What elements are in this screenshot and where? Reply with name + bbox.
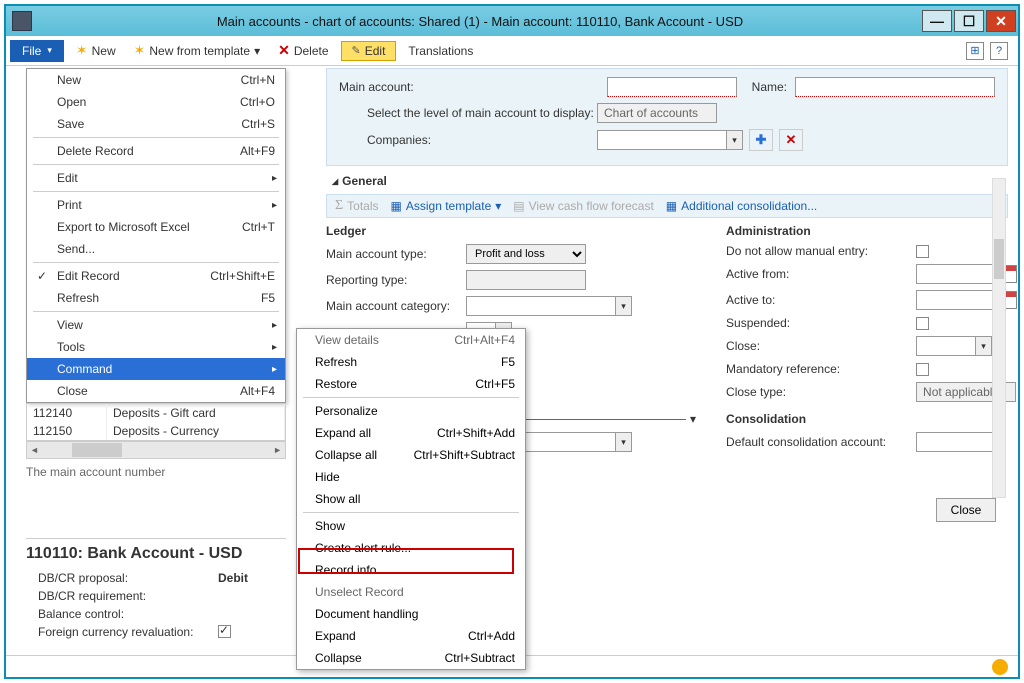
file-menu-item[interactable]: RefreshF5 [27,287,285,309]
file-menu-item[interactable]: Print [27,194,285,216]
context-menu-item[interactable]: Create alert rule... [297,537,525,559]
template-icon: ▦ [391,199,402,213]
totals-action: ΣTotals [335,198,379,214]
companies-input[interactable] [597,130,727,150]
pencil-icon: ✎ [352,44,361,57]
active-to-input[interactable] [916,290,996,310]
minimize-button[interactable]: — [922,10,952,32]
context-menu-item[interactable]: RestoreCtrl+F5 [297,373,525,395]
main-account-input[interactable] [607,77,737,97]
context-menu: View detailsCtrl+Alt+F4RefreshF5RestoreC… [296,328,526,670]
file-menu-item[interactable]: CloseAlt+F4 [27,380,285,402]
add-company-button[interactable]: ✚ [749,129,773,151]
context-menu-item[interactable]: CollapseCtrl+Subtract [297,647,525,669]
consolidation-action[interactable]: ▦Additional consolidation... [666,198,817,214]
close-button[interactable]: Close [936,498,996,522]
star-icon: ✶ [134,42,146,59]
context-menu-item: View detailsCtrl+Alt+F4 [297,329,525,351]
reporting-type-field [466,270,586,290]
accounts-grid[interactable]: 112140Deposits - Gift card112150Deposits… [26,403,286,441]
context-menu-item[interactable]: Personalize [297,400,525,422]
file-menu-button[interactable]: File [10,40,64,62]
file-menu-item[interactable]: Edit [27,167,285,189]
level-display: Chart of accounts [597,103,717,123]
edit-button[interactable]: ✎Edit [341,41,397,61]
file-dropdown-menu: NewCtrl+NOpenCtrl+OSaveCtrl+S Delete Reco… [26,68,286,403]
mandatory-ref-checkbox[interactable] [916,363,929,376]
consolidation-icon: ▦ [666,199,677,213]
assign-template-action[interactable]: ▦Assign template▾ [391,198,502,214]
context-menu-item[interactable]: RefreshF5 [297,351,525,373]
chart-icon: ▤ [513,199,524,213]
file-menu-item[interactable]: Edit RecordCtrl+Shift+E [27,265,285,287]
maximize-button[interactable]: ☐ [954,10,984,32]
file-menu-item[interactable]: Command [27,358,285,380]
category-dropdown[interactable]: ▾ [616,296,632,316]
file-menu-item[interactable]: SaveCtrl+S [27,113,285,135]
table-row[interactable]: 112150Deposits - Currency [27,422,285,440]
star-icon: ✶ [76,42,88,59]
suspended-checkbox[interactable] [916,317,929,330]
status-hint: The main account number [6,459,296,485]
context-menu-item[interactable]: Record info [297,559,525,581]
action-bar: ΣTotals ▦Assign template▾ ▤View cash flo… [326,194,1008,218]
active-from-input[interactable] [916,264,996,284]
cashflow-action: ▤View cash flow forecast [513,198,654,214]
consolidation-account-input[interactable] [916,432,996,452]
context-menu-item[interactable]: Hide [297,466,525,488]
fx-revaluation-checkbox[interactable] [218,625,231,638]
titlebar[interactable]: Main accounts - chart of accounts: Share… [6,6,1018,36]
close-window-button[interactable]: ✕ [986,10,1016,32]
remove-company-button[interactable]: ✕ [779,129,803,151]
delete-button[interactable]: ✕Delete [272,40,334,61]
context-menu-item[interactable]: Document handling [297,603,525,625]
file-menu-item[interactable]: Tools [27,336,285,358]
context-menu-item[interactable]: Collapse allCtrl+Shift+Subtract [297,444,525,466]
detail-pane: 110110: Bank Account - USD DB/CR proposa… [26,538,286,641]
help-icon[interactable]: ? [990,42,1008,60]
vertical-scrollbar[interactable] [992,178,1006,498]
translations-button[interactable]: Translations [402,42,479,60]
context-menu-item[interactable]: Show [297,515,525,537]
detail-title: 110110: Bank Account - USD [26,545,286,563]
table-row[interactable]: 112140Deposits - Gift card [27,404,285,422]
file-menu-item[interactable]: NewCtrl+N [27,69,285,91]
file-menu-item[interactable]: OpenCtrl+O [27,91,285,113]
file-menu-item[interactable]: Send... [27,238,285,260]
file-menu-item[interactable]: View [27,314,285,336]
context-menu-item[interactable]: Expand allCtrl+Shift+Add [297,422,525,444]
window-title: Main accounts - chart of accounts: Share… [38,14,922,29]
close-input[interactable] [916,336,976,356]
context-menu-item[interactable]: ExpandCtrl+Add [297,625,525,647]
windows-list-icon[interactable]: ⊞ [966,42,984,60]
x-icon: ✕ [278,42,290,59]
context-menu-item[interactable]: Show all [297,488,525,510]
file-menu-item[interactable]: Delete RecordAlt+F9 [27,140,285,162]
main-account-type-select[interactable]: Profit and loss [466,244,586,264]
file-menu-item[interactable]: Export to Microsoft ExcelCtrl+T [27,216,285,238]
name-input[interactable] [795,77,995,97]
new-button[interactable]: ✶New [70,40,122,61]
general-section-header[interactable]: General [326,170,1008,192]
context-menu-item: Unselect Record [297,581,525,603]
sigma-icon: Σ [335,198,343,214]
no-manual-checkbox[interactable] [916,245,929,258]
app-icon [12,11,32,31]
category-input[interactable] [466,296,616,316]
horizontal-scrollbar[interactable] [26,441,286,459]
new-from-template-button[interactable]: ✶New from template▾ [128,40,266,61]
toolbar: File ✶New ✶New from template▾ ✕Delete ✎E… [6,36,1018,66]
companies-dropdown[interactable]: ▾ [727,130,743,150]
warning-icon[interactable] [992,659,1008,675]
